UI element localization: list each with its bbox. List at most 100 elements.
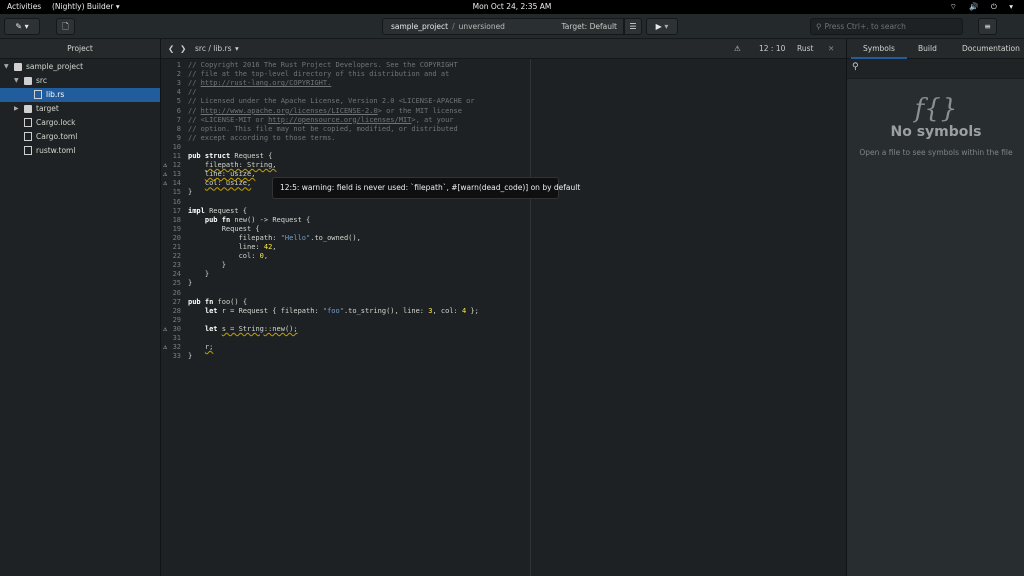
- path-separator: /: [452, 22, 455, 31]
- tree-item-target[interactable]: ▶ target: [0, 102, 160, 116]
- code-line[interactable]: 19 Request {: [161, 225, 846, 234]
- tree-item-sample-project[interactable]: ▼ sample_project: [0, 60, 160, 74]
- code-text: filepath: "Hello".to_owned(),: [188, 233, 361, 242]
- activities-button[interactable]: Activities: [7, 2, 41, 11]
- code-text: }: [188, 279, 193, 288]
- line-number: 5: [176, 97, 181, 106]
- code-line[interactable]: 1 // Copyright 2016 The Rust Project Deve…: [161, 61, 846, 70]
- code-line[interactable]: 6 // http://www.apache.org/licenses/LICEN…: [161, 107, 846, 116]
- code-line[interactable]: 24 }: [161, 270, 846, 279]
- code-line[interactable]: 21 line: 42,: [161, 243, 846, 252]
- line-number: 20: [172, 233, 181, 242]
- project-bar[interactable]: sample_project / unversioned Target: Defau…: [382, 18, 624, 35]
- cursor-position[interactable]: 12 : 10: [759, 39, 785, 59]
- tree-item-label: lib.rs: [46, 90, 65, 99]
- code-line[interactable]: 22 col: 0,: [161, 252, 846, 261]
- code-text: filepath: String,: [204, 161, 277, 170]
- symbols-panel: Symbols Build Documentation ⚲ f{} No sym…: [846, 39, 1024, 576]
- tree-item-src[interactable]: ▼ src: [0, 74, 160, 88]
- expander-open-icon[interactable]: ▼: [4, 60, 9, 74]
- line-number: 26: [172, 288, 181, 297]
- pencil-icon: ✎: [15, 22, 23, 31]
- line-number: 1: [176, 61, 181, 69]
- code-line[interactable]: 7 // <LICENSE-MIT or http://opensource.or…: [161, 116, 846, 125]
- code-line[interactable]: 11 pub struct Request {: [161, 152, 846, 161]
- code-text: line: 42,: [188, 243, 277, 251]
- expander-closed-icon[interactable]: ▶: [14, 102, 19, 116]
- line-number: 4: [176, 88, 181, 97]
- language-selector[interactable]: Rust: [797, 39, 813, 59]
- empty-state-subtitle: Open a file to see symbols within the fi…: [859, 148, 1013, 157]
- code-text: }: [188, 352, 193, 361]
- empty-state: f{} No symbols Open a file to see symbol…: [847, 94, 1024, 157]
- code-line[interactable]: 4 //: [161, 88, 846, 97]
- tree-item-cargo-toml[interactable]: Cargo.toml: [0, 130, 160, 144]
- main-menu-button[interactable]: ≡: [978, 18, 997, 35]
- tab-symbols[interactable]: Symbols: [863, 39, 895, 59]
- code-line[interactable]: 3 // http://rust-lang.org/COPYRIGHT.: [161, 79, 846, 88]
- code-line[interactable]: 9 // except according to those terms.: [161, 134, 846, 143]
- folder-icon: [24, 105, 32, 113]
- app-menu[interactable]: (Nightly) Builder ▾: [52, 2, 120, 11]
- code-line[interactable]: 26: [161, 289, 846, 298]
- code-line[interactable]: ⚠ 32 r;: [161, 343, 846, 352]
- code-line[interactable]: 33}: [161, 352, 846, 361]
- code-text: let s = String::new();: [204, 324, 298, 333]
- code-line[interactable]: 31: [161, 334, 846, 343]
- system-menu[interactable]: ⌔ 🔊 ⏻ ▾: [950, 2, 1018, 12]
- code-line[interactable]: 29: [161, 316, 846, 325]
- play-icon: ▶: [655, 22, 662, 31]
- code-line[interactable]: 2 // file at the top-level directory of t…: [161, 70, 846, 79]
- code-text: impl Request {: [188, 206, 248, 215]
- code-line[interactable]: 27 pub fn foo() {: [161, 298, 846, 307]
- file-path[interactable]: src / lib.rs: [195, 39, 232, 59]
- forward-icon[interactable]: ❯: [180, 39, 186, 59]
- line-number: 10: [172, 142, 181, 151]
- line-number: 19: [172, 224, 181, 233]
- code-line[interactable]: 10: [161, 143, 846, 152]
- code-line[interactable]: 17 impl Request {: [161, 207, 846, 216]
- close-icon[interactable]: ✕: [828, 39, 834, 59]
- tab-documentation[interactable]: Documentation: [962, 39, 1020, 59]
- build-settings-button[interactable]: ☰: [624, 18, 642, 35]
- tree-item-lib-rs[interactable]: lib.rs: [0, 88, 160, 102]
- warning-icon[interactable]: ⚠: [734, 39, 741, 59]
- code-line[interactable]: 20 filepath: "Hello".to_owned(),: [161, 234, 846, 243]
- line-number: 23: [172, 261, 181, 270]
- code-line[interactable]: ⚠ 12 filepath: String,: [161, 161, 846, 170]
- line-number: 17: [172, 206, 181, 215]
- global-search[interactable]: ⚲: [810, 18, 963, 35]
- file-icon: [24, 118, 32, 127]
- code-line[interactable]: 28 let r = Request { filepath: "foo".to_…: [161, 307, 846, 316]
- back-icon[interactable]: ❮: [168, 39, 174, 59]
- code-text: // except according to those terms.: [188, 133, 336, 142]
- new-file-menu-button[interactable]: ✎ ▾: [4, 18, 40, 35]
- line-number: 15: [172, 188, 181, 197]
- file-icon: [24, 132, 32, 141]
- code-line[interactable]: 8 // option. This file may not be copied,…: [161, 125, 846, 134]
- code-line[interactable]: 5 // Licensed under the Apache License, V…: [161, 97, 846, 106]
- code-editor[interactable]: 1 // Copyright 2016 The Rust Project Deve…: [161, 59, 846, 576]
- line-number: 25: [172, 279, 181, 288]
- search-input[interactable]: [824, 22, 955, 31]
- empty-state-title: No symbols: [890, 124, 982, 140]
- new-document-button[interactable]: 🗋: [56, 18, 75, 35]
- symbol-search[interactable]: ⚲: [847, 59, 1024, 79]
- chevron-down-icon[interactable]: ▾: [235, 39, 239, 59]
- build-target: Target: Default: [561, 22, 617, 31]
- code-line[interactable]: 23 }: [161, 261, 846, 270]
- run-button[interactable]: ▶ ▾: [646, 18, 678, 35]
- line-number: 32: [172, 343, 181, 352]
- tree-item-rustw-toml[interactable]: rustw.toml: [0, 144, 160, 158]
- code-line[interactable]: 25}: [161, 279, 846, 288]
- expander-open-icon[interactable]: ▼: [14, 74, 19, 88]
- build-settings-icon: ☰: [629, 22, 637, 31]
- clock[interactable]: Mon Oct 24, 2:35 AM: [0, 2, 1024, 11]
- tab-build[interactable]: Build: [918, 39, 937, 59]
- folder-icon: [24, 77, 32, 85]
- code-line[interactable]: 18 pub fn new() -> Request {: [161, 216, 846, 225]
- code-text: }: [188, 261, 226, 270]
- code-line[interactable]: ⚠ 30 let s = String::new();: [161, 325, 846, 334]
- line-number: 31: [172, 334, 181, 342]
- tree-item-cargo-lock[interactable]: Cargo.lock: [0, 116, 160, 130]
